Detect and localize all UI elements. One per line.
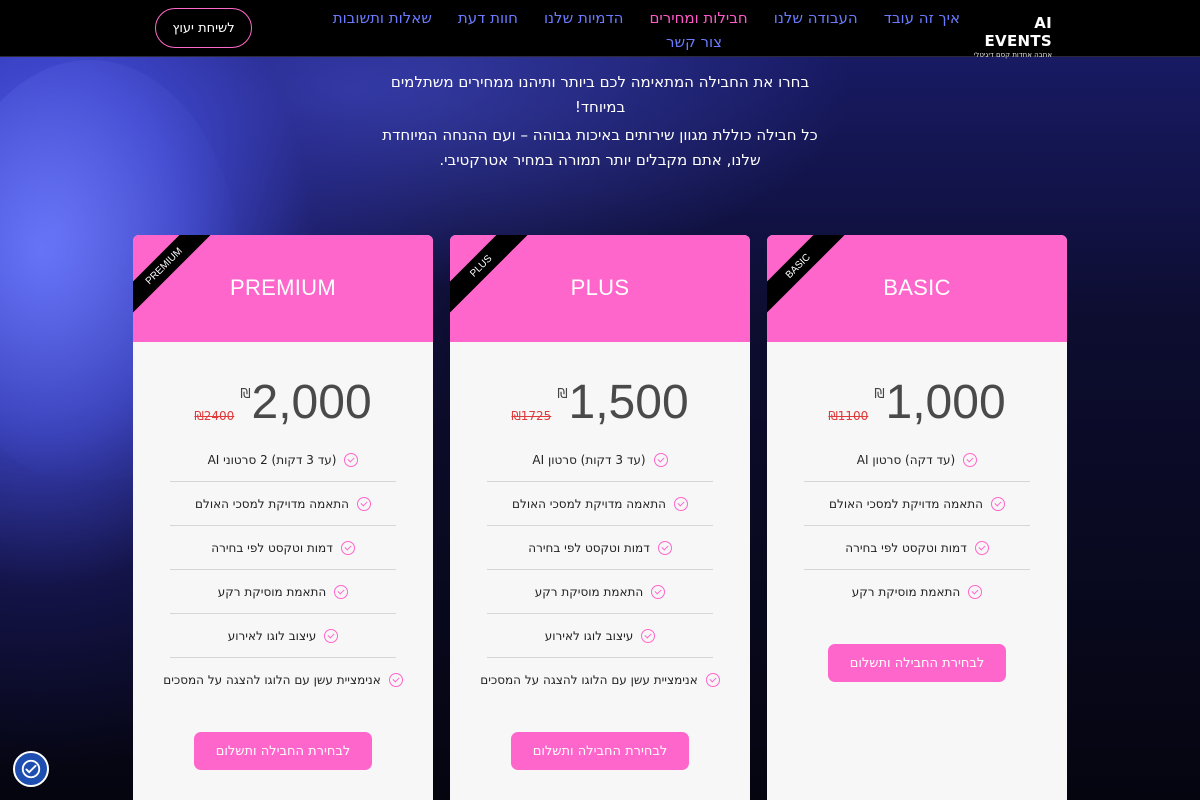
nav-row-2: צור קשר — [270, 30, 960, 54]
nav-item-simulations[interactable]: הדמיות שלנו — [544, 9, 624, 27]
pricing-card-plus: PLUS PLUS ₪1725 ₪ 1,500 (עד 3 דקות) סרטו… — [450, 235, 750, 800]
price-row: ₪2400 ₪ 2,000 — [133, 375, 433, 431]
card-title: BASIC — [883, 275, 951, 300]
feature-text: דמות וטקסט לפי בחירה — [845, 540, 967, 555]
feature-item: התאמת מוסיקת רקע — [487, 570, 713, 614]
feature-text: דמות וטקסט לפי בחירה — [211, 540, 333, 555]
accessibility-icon — [21, 759, 41, 779]
intro-line-2: כל חבילה כוללת מגוון שירותים באיכות גבוה… — [382, 126, 818, 169]
intro-line-1: בחרו את החבילה המתאימה לכם ביותר ותיהנו … — [390, 73, 810, 116]
nav-item-our-work[interactable]: העבודה שלנו — [774, 9, 858, 27]
logo[interactable]: AI EVENTS אחבה אחדות קסם דיגיטלי — [972, 14, 1052, 59]
check-circle-icon — [705, 673, 720, 687]
currency-symbol: ₪ — [240, 387, 251, 402]
feature-item: דמות וטקסט לפי בחירה — [804, 526, 1030, 570]
price: 2,000 — [251, 376, 372, 429]
price: 1,000 — [885, 376, 1006, 429]
select-package-button[interactable]: לבחירת החבילה ותשלום — [828, 644, 1006, 682]
nav-row-1: איך זה עובד העבודה שלנו חבילות ומחירים ה… — [270, 6, 960, 30]
feature-item: אנימציית עשן עם הלוגו להצגה על המסכים — [480, 658, 720, 702]
site-header: AI EVENTS אחבה אחדות קסם דיגיטלי איך זה … — [0, 0, 1200, 59]
check-circle-icon — [963, 452, 978, 467]
price: 1,500 — [568, 376, 689, 429]
nav-item-contact[interactable]: צור קשר — [666, 33, 722, 51]
feature-text: (עד 3 דקות) סרטון AI — [532, 452, 646, 467]
old-price: ₪1100 — [828, 409, 869, 423]
consult-button[interactable]: לשיחת יעוץ — [155, 8, 252, 48]
select-package-button[interactable]: לבחירת החבילה ותשלום — [194, 732, 372, 770]
feature-text: דמות וטקסט לפי בחירה — [528, 540, 650, 555]
check-circle-icon — [653, 452, 668, 467]
pricing-card-basic: BASIC BASIC ₪1100 ₪ 1,000 (עד דקה) סרטון… — [767, 235, 1067, 800]
intro-text: בחרו את החבילה המתאימה לכם ביותר ותיהנו … — [380, 70, 820, 176]
feature-text: התאמה מדויקת למסכי האולם — [829, 496, 983, 511]
feature-item: התאמה מדויקת למסכי האולם — [804, 482, 1030, 526]
feature-text: אנימציית עשן עם הלוגו להצגה על המסכים — [163, 673, 381, 687]
currency-symbol: ₪ — [874, 387, 885, 402]
feature-item: התאמת מוסיקת רקע — [170, 570, 396, 614]
check-circle-icon — [344, 452, 359, 467]
feature-item: עיצוב לוגו לאירוע — [170, 614, 396, 658]
currency-symbol: ₪ — [557, 387, 568, 402]
feature-item: התאמה מדויקת למסכי האולם — [487, 482, 713, 526]
check-circle-icon — [324, 628, 339, 643]
card-header: BASIC BASIC — [767, 235, 1067, 342]
logo-subtitle: אחבה אחדות קסם דיגיטלי — [973, 51, 1052, 59]
feature-text: עיצוב לוגו לאירוע — [544, 628, 634, 643]
nav-item-packages[interactable]: חבילות ומחירים — [649, 9, 747, 27]
feature-item: התאמה מדויקת למסכי האולם — [170, 482, 396, 526]
feature-text: התאמת מוסיקת רקע — [534, 584, 644, 599]
feature-text: התאמה מדויקת למסכי האולם — [512, 496, 666, 511]
old-price: ₪1725 — [511, 409, 552, 423]
nav-item-how-it-works[interactable]: איך זה עובד — [884, 9, 960, 27]
check-circle-icon — [968, 585, 983, 599]
check-circle-icon — [641, 628, 656, 643]
feature-text: עיצוב לוגו לאירוע — [227, 628, 317, 643]
feature-item: (עד 3 דקות) סרטון AI — [487, 438, 713, 482]
check-circle-icon — [974, 540, 989, 555]
price-row: ₪1100 ₪ 1,000 — [767, 375, 1067, 431]
feature-text: התאמה מדויקת למסכי האולם — [195, 496, 349, 511]
feature-item: אנימציית עשן עם הלוגו להצגה על המסכים — [163, 658, 403, 702]
feature-list: (עד דקה) סרטון AI התאמה מדויקת למסכי האו… — [804, 438, 1030, 614]
feature-text: (עד 3 דקות) 2 סרטוני AI — [207, 452, 337, 467]
feature-text: אנימציית עשן עם הלוגו להצגה על המסכים — [480, 673, 698, 687]
check-circle-icon — [673, 496, 688, 511]
check-circle-icon — [334, 584, 349, 599]
feature-list: (עד 3 דקות) 2 סרטוני AI התאמה מדויקת למס… — [163, 438, 403, 702]
main-nav: איך זה עובד העבודה שלנו חבילות ומחירים ה… — [270, 6, 960, 54]
check-circle-icon — [651, 584, 666, 599]
check-circle-icon — [657, 540, 672, 555]
feature-text: (עד דקה) סרטון AI — [856, 452, 956, 467]
feature-item: דמות וטקסט לפי בחירה — [170, 526, 396, 570]
feature-item: (עד 3 דקות) 2 סרטוני AI — [170, 438, 396, 482]
card-header: PREMIUM PREMIUM — [133, 235, 433, 342]
feature-list: (עד 3 דקות) סרטון AI התאמה מדויקת למסכי … — [480, 438, 720, 702]
card-title: PREMIUM — [230, 275, 336, 300]
check-circle-icon — [356, 496, 371, 511]
card-title: PLUS — [570, 275, 630, 300]
pricing-card-premium: PREMIUM PREMIUM ₪2400 ₪ 2,000 (עד 3 דקות… — [133, 235, 433, 800]
logo-title: AI EVENTS — [984, 14, 1052, 50]
select-package-button[interactable]: לבחירת החבילה ותשלום — [511, 732, 689, 770]
feature-text: התאמת מוסיקת רקע — [217, 584, 327, 599]
nav-item-faq[interactable]: שאלות ותשובות — [333, 9, 432, 27]
old-price: ₪2400 — [194, 409, 235, 423]
feature-item: התאמת מוסיקת רקע — [804, 570, 1030, 614]
accessibility-button[interactable] — [13, 751, 49, 787]
check-circle-icon — [340, 540, 355, 555]
feature-item: עיצוב לוגו לאירוע — [487, 614, 713, 658]
check-circle-icon — [388, 673, 403, 687]
card-header: PLUS PLUS — [450, 235, 750, 342]
nav-item-reviews[interactable]: חוות דעת — [458, 9, 518, 27]
feature-text: התאמת מוסיקת רקע — [851, 585, 961, 599]
feature-item: דמות וטקסט לפי בחירה — [487, 526, 713, 570]
feature-item: (עד דקה) סרטון AI — [804, 438, 1030, 482]
check-circle-icon — [990, 496, 1005, 511]
price-row: ₪1725 ₪ 1,500 — [450, 375, 750, 431]
